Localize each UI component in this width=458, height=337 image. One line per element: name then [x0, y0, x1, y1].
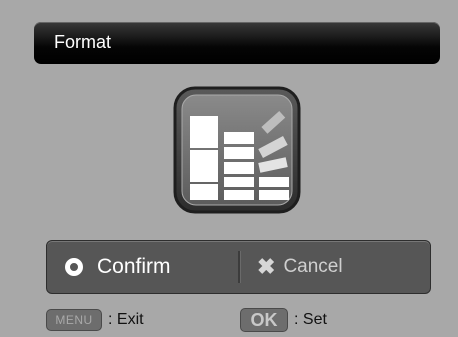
ok-action-label: : Set — [294, 311, 327, 328]
selected-radio-icon — [65, 258, 83, 276]
menu-action-label: : Exit — [108, 311, 144, 328]
format-memory-icon — [173, 86, 301, 214]
menu-key-icon[interactable]: MENU — [46, 309, 102, 331]
ok-set-hint: OK : Set — [240, 308, 327, 332]
confirm-option[interactable]: Confirm — [47, 241, 237, 293]
confirm-label: Confirm — [97, 255, 171, 278]
cancel-option[interactable]: ✖ Cancel — [243, 241, 428, 293]
confirm-cancel-selector: Confirm ✖ Cancel — [46, 240, 431, 294]
menu-exit-hint: MENU : Exit — [46, 308, 144, 332]
divider — [238, 251, 241, 283]
page-title: Format — [54, 32, 112, 52]
cancel-label: Cancel — [283, 256, 343, 277]
title-bar: Format — [34, 22, 440, 64]
close-icon: ✖ — [257, 254, 276, 279]
ok-key-icon[interactable]: OK — [240, 308, 288, 332]
